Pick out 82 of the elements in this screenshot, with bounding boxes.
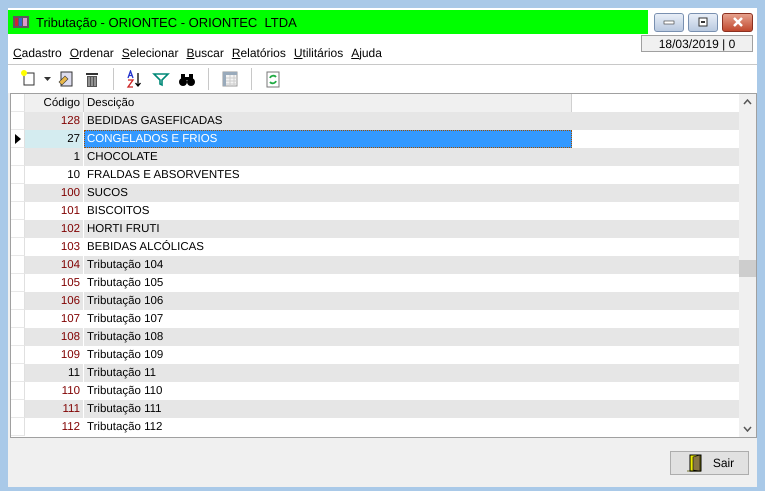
table-row[interactable]: 128 BEDIDAS GASEFICADAS — [11, 112, 739, 130]
app-icon — [12, 13, 30, 31]
row-header-cell[interactable] — [11, 274, 25, 292]
table-row[interactable]: 100 SUCOS — [11, 184, 739, 202]
table-cell-text: SUCOS — [86, 186, 129, 201]
close-icon — [732, 17, 744, 27]
maximize-icon — [697, 17, 709, 27]
column-header[interactable]: Descição — [84, 94, 572, 112]
scrollbar[interactable] — [739, 94, 756, 437]
window-title: Tributação - ORIONTEC - ORIONTEC LTDA — [36, 14, 297, 30]
row-header-cell[interactable] — [11, 220, 25, 238]
table-cell-text: HORTI FRUTI — [86, 222, 161, 237]
row-header-cell[interactable] — [11, 346, 25, 364]
menu-item[interactable]: Ajuda — [351, 46, 382, 60]
row-header-cell[interactable] — [11, 364, 25, 382]
menu-item[interactable]: Ordenar — [70, 46, 114, 60]
door-icon — [684, 452, 703, 472]
table-cell-text: BEBIDAS ALCÓLICAS — [86, 239, 205, 255]
table-cell: 106 — [25, 292, 84, 310]
table-cell: 102 — [25, 220, 84, 238]
column-header[interactable]: Código — [25, 94, 84, 112]
table-cell-text: Tributação 107 — [86, 312, 164, 327]
table-cell-text: Tributação 111 — [86, 402, 163, 417]
table-cell: 27 — [25, 130, 84, 148]
table-cell-text: FRALDAS E ABSORVENTES — [86, 168, 241, 183]
table-cell-text: BISCOITOS — [86, 204, 150, 219]
row-header-cell[interactable] — [11, 202, 25, 220]
table-cell: 108 — [25, 328, 84, 346]
table-row[interactable]: 112 Tributação 112 — [11, 418, 739, 436]
table-cell-text: Tributação 112 — [86, 420, 164, 435]
table-row[interactable]: 1 CHOCOLATE — [11, 148, 739, 166]
table-cell: 100 — [25, 184, 84, 202]
menu-item[interactable]: Relatórios — [232, 46, 286, 60]
table-cell-text: Tributação 104 — [86, 258, 164, 273]
table-row[interactable]: 106 Tributação 106 — [11, 292, 739, 310]
scroll-up-icon[interactable] — [743, 99, 752, 105]
table-cell-text: Tributação 108 — [86, 330, 164, 345]
caret-icon[interactable] — [44, 77, 51, 81]
menu-item[interactable]: Buscar — [186, 46, 224, 60]
table-cell-text: Tributação 110 — [86, 384, 164, 399]
table-cell-text: Tributação 109 — [86, 348, 164, 363]
menu-item[interactable]: Cadastro — [13, 46, 62, 60]
table-row[interactable]: 11 Tributação 11 — [11, 364, 739, 382]
table-row[interactable]: 27 CONGELADOS E FRIOS — [11, 130, 739, 148]
table-cell: CONGELADOS E FRIOS — [84, 130, 572, 148]
scroll-thumb[interactable] — [739, 260, 756, 277]
row-header-cell[interactable] — [11, 238, 25, 256]
maximize-button[interactable] — [688, 12, 718, 32]
row-header-cell[interactable] — [11, 184, 25, 202]
row-header-cell[interactable] — [11, 418, 25, 436]
menu-item[interactable]: Selecionar — [122, 46, 178, 60]
scroll-down-icon[interactable] — [743, 426, 752, 432]
row-header-cell[interactable] — [11, 328, 25, 346]
table-cell-text: Tributação 11 — [86, 366, 158, 381]
row-header-cell[interactable] — [11, 400, 25, 418]
minimize-button[interactable] — [654, 12, 684, 32]
row-header-cell[interactable] — [11, 148, 25, 166]
table-row[interactable]: 102 HORTI FRUTI — [11, 220, 739, 238]
row-header-cell[interactable] — [11, 382, 25, 400]
table-cell: 11 — [25, 364, 84, 382]
menu-item[interactable]: Utilitários — [294, 46, 344, 60]
row-header-cell[interactable] — [11, 256, 25, 274]
table-cell: 104 — [25, 256, 84, 274]
row-header-cell[interactable] — [11, 112, 25, 130]
row-header-cell[interactable] — [11, 292, 25, 310]
table-cell-text: Tributação 105 — [86, 276, 164, 291]
row-header-cell[interactable] — [11, 130, 25, 148]
table-row[interactable]: 111 Tributação 111 — [11, 400, 739, 418]
table-cell-text: BEDIDAS GASEFICADAS — [86, 114, 224, 129]
table-cell: 111 — [25, 400, 84, 418]
table-row[interactable]: 108 Tributação 108 — [11, 328, 739, 346]
table-row[interactable]: 104 Tributação 104 — [11, 256, 739, 274]
exit-button[interactable]: Sair — [670, 450, 749, 474]
table-cell-text: Tributação 106 — [86, 294, 164, 309]
date-field: 18/03/2019 | 0 — [641, 35, 753, 52]
table-cell-text: CHOCOLATE — [86, 150, 159, 165]
table-cell: 1 — [25, 148, 84, 166]
table-cell: 112 — [25, 418, 84, 436]
minimize-icon — [663, 19, 675, 25]
row-header-cell[interactable] — [11, 166, 25, 184]
row-header-cell[interactable] — [11, 310, 25, 328]
close-button[interactable] — [722, 12, 753, 32]
